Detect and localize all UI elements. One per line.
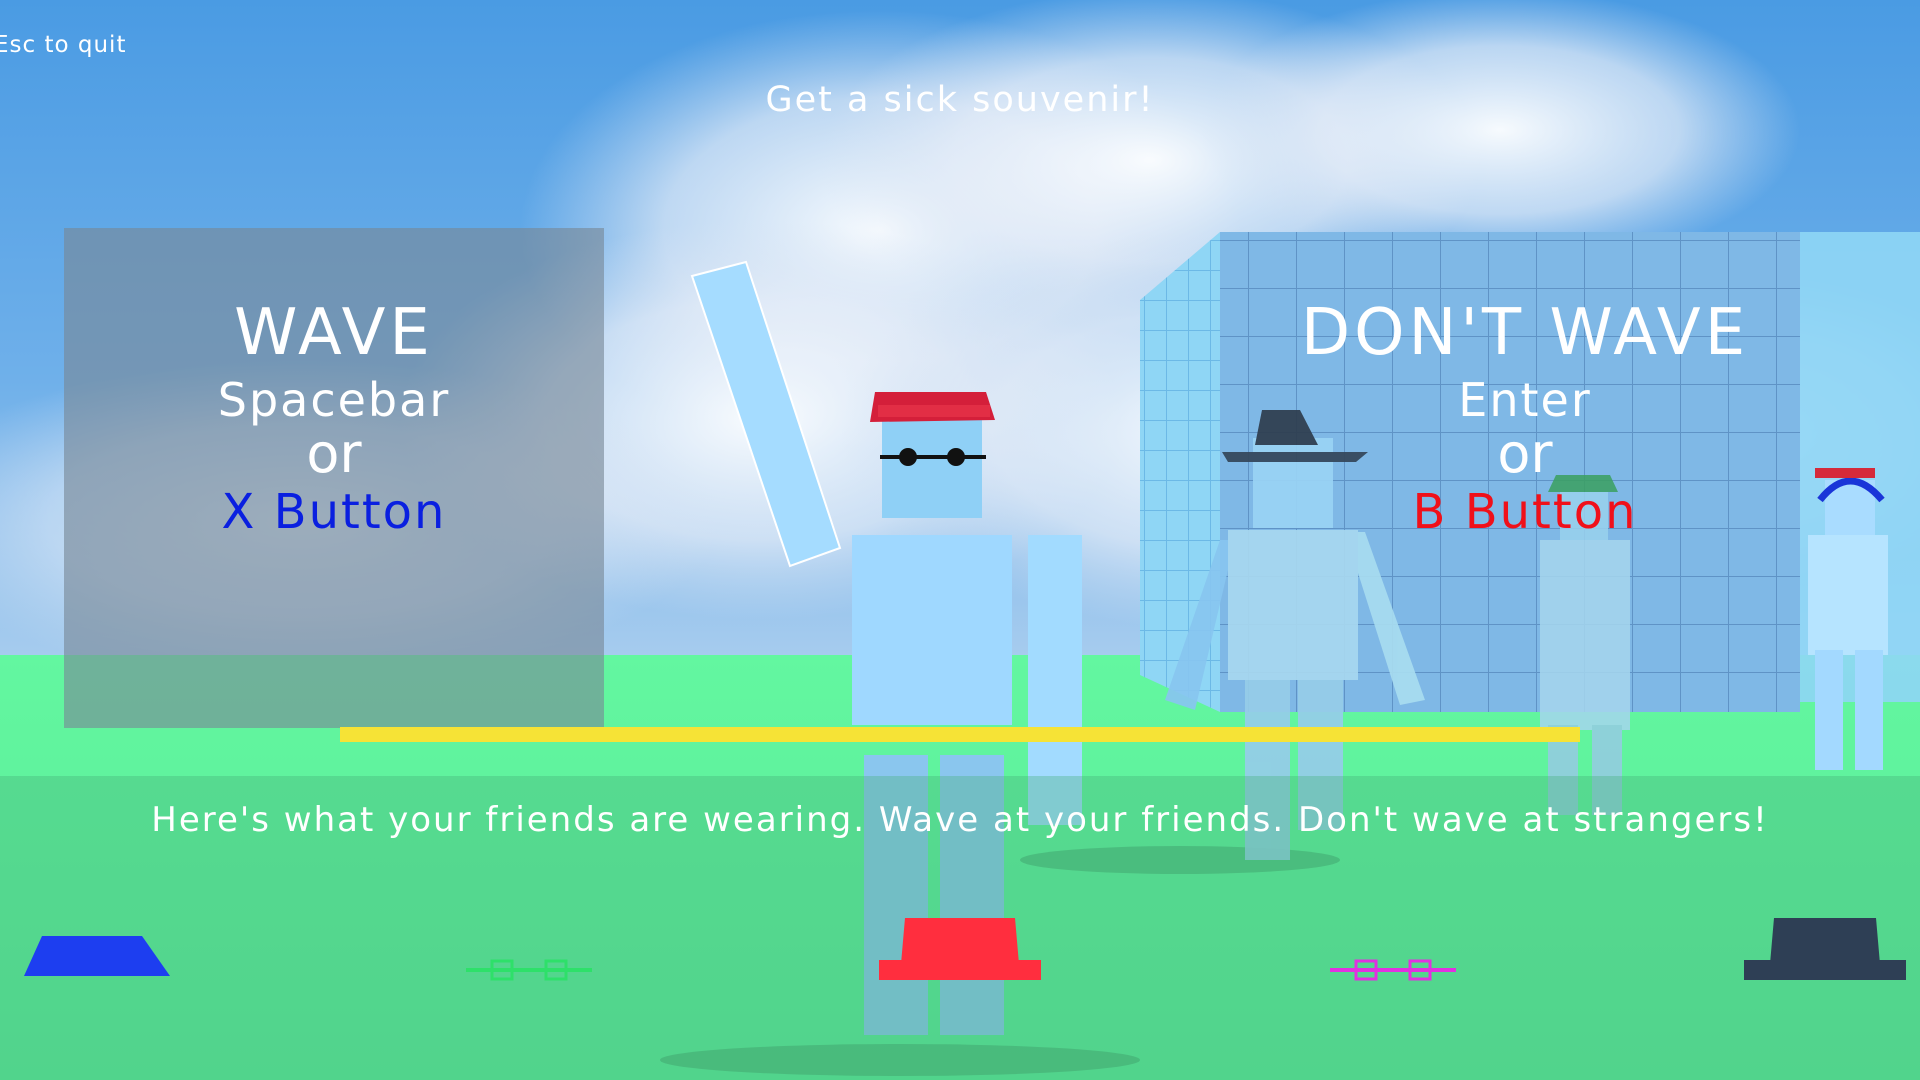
timer-bar	[340, 727, 1580, 742]
green-glasses-icon	[466, 959, 592, 981]
dont-wave-or-label: or	[1497, 422, 1553, 485]
quit-hint: Esc to quit	[0, 32, 127, 58]
objective-prompt: Get a sick souvenir!	[765, 80, 1155, 120]
dont-wave-title: DON'T WAVE	[1300, 296, 1750, 370]
blue-cap-icon	[24, 936, 170, 976]
wave-title: WAVE	[234, 296, 434, 370]
wave-button-label: X Button	[221, 484, 447, 540]
wave-panel[interactable]: WAVE Spacebar or X Button	[64, 228, 604, 728]
dont-wave-panel[interactable]: DON'T WAVE Enter or B Button	[1185, 228, 1865, 728]
dont-wave-key-label: Enter	[1458, 373, 1592, 427]
magenta-glasses-icon	[1330, 959, 1456, 981]
instruction-text: Here's what your friends are wearing. Wa…	[151, 800, 1769, 840]
wave-or-label: or	[306, 422, 362, 485]
dont-wave-button-label: B Button	[1412, 484, 1638, 540]
dark-hat-icon	[1744, 918, 1906, 980]
wave-key-label: Spacebar	[217, 373, 451, 427]
red-hat-icon	[879, 918, 1041, 980]
